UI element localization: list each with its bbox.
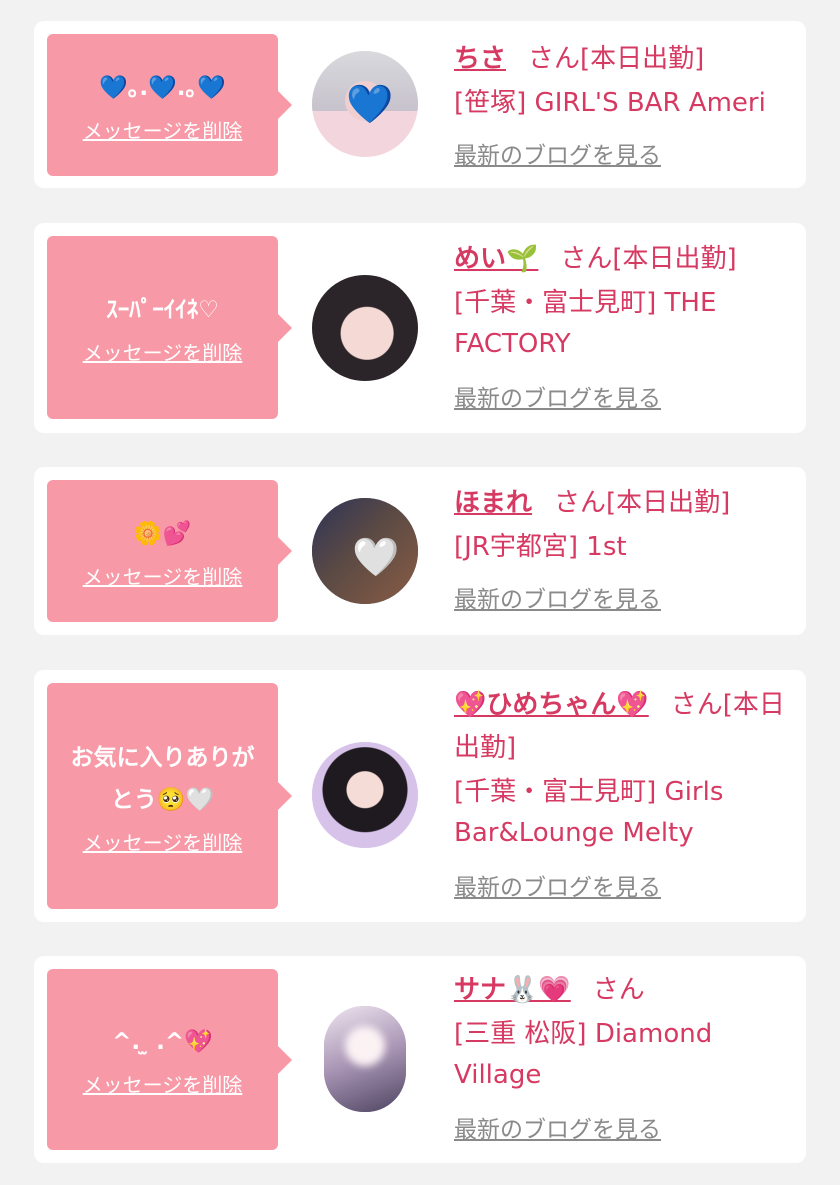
message-text: 🌼💕 [133,520,192,547]
message-bubble: 💙｡.💙.｡💙 メッセージを削除 [47,34,292,176]
girl-name-link[interactable]: ちさ [454,44,506,74]
girl-info: 💖ひめちゃん💖 さん[本日出勤] [千葉・富士見町] Girls Bar&Loun… [454,682,792,902]
girl-name-link[interactable]: めい🌱 [454,244,538,274]
view-latest-blog-link[interactable]: 最新のブログを見る [454,580,661,614]
girl-info: サナ🐰💗 さん [三重 松阪] Diamond Village 最新のブログを見る [454,966,792,1144]
message-text: お気に入りありがとう🥺🤍 [70,744,255,813]
girl-info: めい🌱 さん[本日出勤] [千葉・富士見町] THE FACTORY 最新のブログ… [454,235,792,413]
message-card: ｽｰﾊﾟｰｲｲﾈ♡ メッセージを削除 めい🌱 さん[本日出勤] [千葉・富士見町]… [34,223,806,433]
girl-name-link[interactable]: サナ🐰💗 [454,975,571,1005]
delete-message-link[interactable]: メッセージを削除 [83,1069,243,1098]
shop-name: [笹塚] GIRL'S BAR Ameri [454,88,766,118]
message-card: 🌼💕 メッセージを削除 🤍 ほまれ さん[本日出勤] [JR宇都宮] 1st 最新… [34,467,806,635]
view-latest-blog-link[interactable]: 最新のブログを見る [454,1110,661,1144]
favorites-message-list: 💙｡.💙.｡💙 メッセージを削除 💙 ちさ さん[本日出勤] [笹塚] GIRL'… [0,0,840,1185]
blue-heart-icon: 💙 [346,82,394,126]
message-card: 💙｡.💙.｡💙 メッセージを削除 💙 ちさ さん[本日出勤] [笹塚] GIRL'… [34,21,806,188]
status-text: さん[本日出勤] [528,44,705,74]
message-bubble: ｽｰﾊﾟｰｲｲﾈ♡ メッセージを削除 [47,236,292,419]
message-bubble: お気に入りありがとう🥺🤍 メッセージを削除 [47,683,292,909]
message-text: 💙｡.💙.｡💙 [99,74,226,101]
status-text: さん[本日出勤] [554,488,731,518]
view-latest-blog-link[interactable]: 最新のブログを見る [454,136,661,170]
message-bubble: 🌼💕 メッセージを削除 [47,480,292,622]
blurred-face [345,1026,385,1066]
delete-message-link[interactable]: メッセージを削除 [83,337,243,366]
shop-name: [千葉・富士見町] THE FACTORY [454,288,717,359]
girl-info: ちさ さん[本日出勤] [笹塚] GIRL'S BAR Ameri 最新のブログを… [454,35,792,170]
avatar[interactable]: 💙 [312,51,418,157]
shop-name: [JR宇都宮] 1st [454,532,627,562]
message-card: ^. ̫ .^💖 メッセージを削除 サナ🐰💗 さん [三重 松阪] Diamond… [34,956,806,1163]
white-heart-icon: 🤍 [352,535,400,579]
avatar[interactable] [312,275,418,381]
status-text: さん [592,975,645,1005]
delete-message-link[interactable]: メッセージを削除 [83,115,243,144]
avatar[interactable] [324,1006,406,1112]
shop-name: [千葉・富士見町] Girls Bar&Lounge Melty [454,777,724,848]
message-text: ^. ̫ .^💖 [112,1029,213,1055]
message-text: ｽｰﾊﾟｰｲｲﾈ♡ [106,297,219,323]
avatar[interactable] [312,742,418,848]
status-text: さん[本日出勤] [560,244,737,274]
avatar[interactable]: 🤍 [312,498,418,604]
message-card: お気に入りありがとう🥺🤍 メッセージを削除 💖ひめちゃん💖 さん[本日出勤] [千… [34,670,806,922]
delete-message-link[interactable]: メッセージを削除 [83,827,243,856]
view-latest-blog-link[interactable]: 最新のブログを見る [454,379,661,413]
girl-name-link[interactable]: ほまれ [454,488,532,518]
girl-info: ほまれ さん[本日出勤] [JR宇都宮] 1st 最新のブログを見る [454,479,792,614]
delete-message-link[interactable]: メッセージを削除 [83,561,243,590]
view-latest-blog-link[interactable]: 最新のブログを見る [454,868,661,902]
shop-name: [三重 松阪] Diamond Village [454,1019,713,1090]
message-bubble: ^. ̫ .^💖 メッセージを削除 [47,969,292,1150]
girl-name-link[interactable]: 💖ひめちゃん💖 [454,690,649,720]
